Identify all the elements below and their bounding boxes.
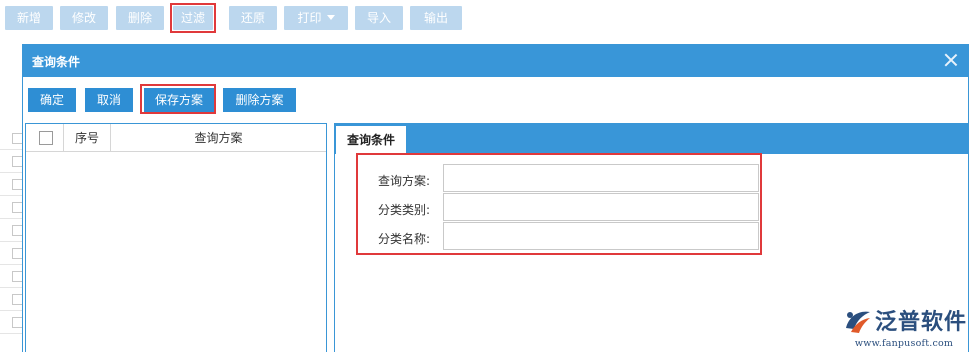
dropdown-arrow-icon bbox=[326, 15, 335, 20]
row-checkbox[interactable] bbox=[12, 202, 22, 213]
watermark-url: www.fanpusoft.com bbox=[854, 338, 954, 349]
print-button[interactable]: 打印 bbox=[284, 6, 348, 30]
column-header-plan[interactable]: 查询方案 bbox=[111, 124, 326, 152]
main-toolbar: 新增 修改 删除 过滤 还原 打印 导入 输出 bbox=[0, 0, 969, 38]
fields-highlight bbox=[356, 153, 762, 255]
background-row bbox=[0, 128, 22, 150]
column-header-seq[interactable]: 序号 bbox=[64, 124, 110, 152]
import-button[interactable]: 导入 bbox=[355, 6, 403, 30]
background-row bbox=[0, 151, 22, 173]
delete-button[interactable]: 删除 bbox=[116, 6, 164, 30]
background-row bbox=[0, 312, 22, 334]
tab-strip: 查询条件 bbox=[335, 124, 969, 154]
background-row bbox=[0, 220, 22, 242]
restore-button[interactable]: 还原 bbox=[229, 6, 277, 30]
export-button[interactable]: 输出 bbox=[410, 6, 462, 30]
row-checkbox[interactable] bbox=[12, 133, 22, 144]
tab-query-conditions[interactable]: 查询条件 bbox=[336, 126, 406, 154]
row-checkbox[interactable] bbox=[12, 294, 22, 305]
dialog-header[interactable]: 查询条件 bbox=[23, 45, 969, 77]
dialog-title: 查询条件 bbox=[32, 55, 81, 69]
row-checkbox[interactable] bbox=[12, 271, 22, 282]
print-label: 打印 bbox=[297, 11, 322, 25]
select-all-checkbox[interactable] bbox=[39, 131, 53, 145]
close-icon[interactable] bbox=[943, 52, 959, 68]
row-checkbox[interactable] bbox=[12, 156, 22, 167]
watermark-name: 泛普软件 bbox=[875, 310, 968, 335]
background-row bbox=[0, 266, 22, 288]
filter-button-highlight bbox=[170, 3, 216, 33]
row-checkbox[interactable] bbox=[12, 248, 22, 259]
delete-plan-button[interactable]: 删除方案 bbox=[223, 88, 296, 112]
background-row bbox=[0, 243, 22, 265]
plan-list-header: 序号 查询方案 bbox=[26, 124, 326, 152]
edit-button[interactable]: 修改 bbox=[60, 6, 108, 30]
row-checkbox[interactable] bbox=[12, 317, 22, 328]
plan-list-panel: 序号 查询方案 bbox=[25, 123, 327, 352]
confirm-button[interactable]: 确定 bbox=[28, 88, 76, 112]
watermark-logo: 泛普软件 www.fanpusoft.com bbox=[843, 302, 968, 350]
background-row bbox=[0, 174, 22, 196]
cancel-button[interactable]: 取消 bbox=[85, 88, 133, 112]
add-button[interactable]: 新增 bbox=[5, 6, 53, 30]
background-row bbox=[0, 197, 22, 219]
logo-mark-icon bbox=[846, 311, 870, 333]
row-checkbox[interactable] bbox=[12, 179, 22, 190]
save-plan-highlight bbox=[140, 84, 216, 114]
background-row bbox=[0, 289, 22, 311]
row-checkbox[interactable] bbox=[12, 225, 22, 236]
